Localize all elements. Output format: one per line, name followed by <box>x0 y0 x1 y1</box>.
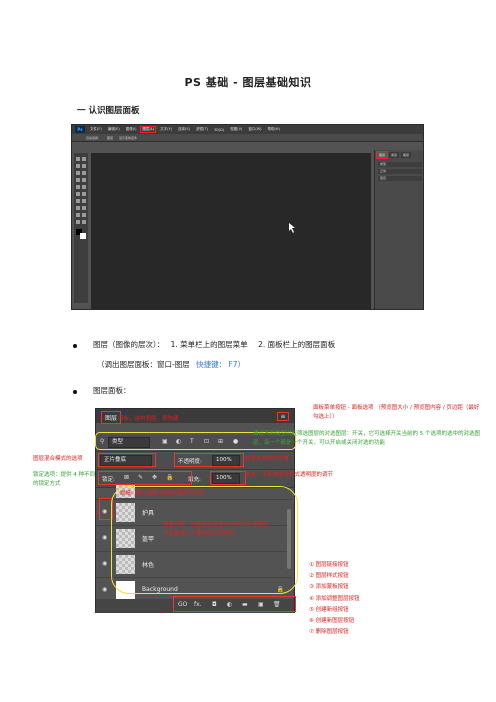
lock-highlight-box <box>98 471 192 485</box>
list-item: ② 图层样式按钮 <box>309 573 349 580</box>
ps-option[interactable]: 自动选择： <box>86 136 101 140</box>
list-item: ④ 添加调整图层按钮 <box>309 595 360 602</box>
page-title: PS 基础 - 图层基础知识 <box>184 76 312 89</box>
healing-tool-icon[interactable] <box>76 178 80 182</box>
ps-menu-item[interactable]: 帮助(H) <box>267 127 281 132</box>
magic-wand-tool-icon[interactable] <box>82 164 86 168</box>
bottom-bar-highlight-box <box>173 596 296 612</box>
photoshop-screenshot: Ps 文件(F) 编辑(E) 图像(I) 图层(L) 文字(Y) 选择(S) 滤… <box>71 124 424 310</box>
blend-highlight-box <box>98 453 156 467</box>
blur-tool-icon[interactable] <box>76 199 80 203</box>
pen-tool-icon[interactable] <box>76 206 80 210</box>
ps-menu-item[interactable]: 3D(D) <box>213 128 225 132</box>
shape-tool-icon[interactable] <box>82 213 86 217</box>
fill-highlight-box <box>210 471 246 485</box>
stamp-tool-icon[interactable] <box>76 185 80 189</box>
ps-blend-row[interactable]: 正常 <box>378 169 422 174</box>
ps-tab-channels[interactable]: 通道 <box>389 152 400 158</box>
ps-tab-layers[interactable]: 图层 <box>375 151 389 159</box>
ps-menu-item[interactable]: 文件(F) <box>89 127 103 132</box>
bullet-subline: （调出图层面板：窗口-图层 快捷键： F7） <box>97 359 245 370</box>
blend-annotation: 图层混合模式的选项 <box>33 456 83 462</box>
lasso-tool-icon[interactable] <box>76 164 80 168</box>
ps-menu-item-layer[interactable]: 图层(L) <box>140 126 157 133</box>
ps-logo: Ps <box>75 126 85 133</box>
ps-menu-item[interactable]: 选择(S) <box>177 127 191 132</box>
section-heading: 一 认识图层面板 <box>77 106 140 116</box>
cursor-icon <box>289 223 295 233</box>
list-item: ③ 添加蒙板按钮 <box>309 584 349 591</box>
list-item: ⑥ 创建新图层按钮 <box>309 618 355 625</box>
list-item: ⑤ 创建新组按钮 <box>309 606 349 613</box>
menu-annotation: 面板菜单按钮 - 面板选项 （预览图大小 / 预览图内容 / 页边距（最好勾选上… <box>313 405 480 420</box>
ps-filter-row[interactable]: 类型 <box>378 162 422 167</box>
bullet-layer-intro: 图层（图像的层次）： 1. 菜单栏上的图层菜单 2. 面板栏上的图层面板 <box>93 339 335 350</box>
history-brush-tool-icon[interactable] <box>82 185 86 189</box>
eye-icon[interactable]: ◉ <box>102 560 107 567</box>
list-item: ⑦ 删除图层按钮 <box>309 629 349 636</box>
lock-annotation: 锁定选项：提供 4 种不同的锁定方式 <box>33 472 95 487</box>
dodge-tool-icon[interactable] <box>82 199 86 203</box>
move-tool-icon[interactable] <box>76 157 80 161</box>
ps-menu-item[interactable]: 文字(Y) <box>159 127 173 132</box>
ps-lock-row[interactable]: 锁定: <box>378 176 422 181</box>
panel-menu-icon[interactable]: ≡ <box>277 412 289 421</box>
eraser-tool-icon[interactable] <box>76 192 80 196</box>
layer-list-highlight-box <box>111 486 298 594</box>
brush-tool-icon[interactable] <box>82 178 86 182</box>
bullet-layers-panel: 图层面板： <box>93 386 131 395</box>
bullet-text: 1. 菜单栏上的图层菜单 <box>170 340 248 349</box>
tab-annotation: 面板，选中图层，按快捷 <box>118 416 179 422</box>
ps-option[interactable]: 显示变换控件 <box>119 136 137 140</box>
ps-menu-item[interactable]: 视图(V) <box>229 127 243 132</box>
path-select-tool-icon[interactable] <box>76 213 80 217</box>
ps-workspace[interactable] <box>91 153 371 309</box>
ps-menu-item[interactable]: 图像(I) <box>125 127 138 132</box>
ps-menu-bar: Ps 文件(F) 编辑(E) 图像(I) 图层(L) 文字(Y) 选择(S) 滤… <box>72 125 423 134</box>
ps-toolbar <box>74 153 88 303</box>
list-item: ① 图层链接按钮 <box>309 562 349 568</box>
opacity-annotation: 图层透明度的设置 <box>245 456 290 462</box>
type-tool-icon[interactable] <box>82 206 86 210</box>
ps-menu-item[interactable]: 滤镜(T) <box>195 127 209 132</box>
crop-tool-icon[interactable] <box>76 171 80 175</box>
eye-annotation: 眼睛: 显示/隐藏 图层的显示可见性 <box>120 491 205 497</box>
bullet-text: 图层（图像的层次）： <box>93 340 165 349</box>
bullet-dot <box>73 390 77 394</box>
marquee-tool-icon[interactable] <box>82 157 86 161</box>
bullet-text: 2. 面板栏上的图层面板 <box>258 340 336 349</box>
eye-icon[interactable]: ◉ <box>102 534 107 541</box>
bullet-dot <box>73 344 77 348</box>
eyedropper-tool-icon[interactable] <box>82 171 86 175</box>
layer-list-annotation: 图层列表：在图层列表里可以列出所有图层，并且是独上下叠加的次序排列 <box>163 522 274 537</box>
ps-menu-item[interactable]: 编辑(E) <box>107 127 121 132</box>
ps-menu-item[interactable]: 窗口(W) <box>247 127 262 132</box>
gradient-tool-icon[interactable] <box>82 192 86 196</box>
hand-tool-icon[interactable] <box>76 220 80 224</box>
bullet-text: （调出图层面板：窗口-图层 <box>97 360 190 369</box>
zoom-tool-icon[interactable] <box>82 220 86 224</box>
bottom-buttons-list: ① 图层链接按钮 ② 图层样式按钮 ③ 添加蒙板按钮 ④ 添加调整图层按钮 ⑤ … <box>309 560 360 638</box>
ps-tab-paths[interactable]: 路径 <box>401 152 412 158</box>
opacity-highlight-box <box>174 453 244 467</box>
ps-layers-panel-mini: 图层 通道 路径 类型 正常 锁定: <box>374 150 423 309</box>
shortcut-text: 快捷键： F7） <box>196 360 246 369</box>
ps-option[interactable]: 图层 <box>107 136 113 140</box>
eye-icon[interactable]: ◉ <box>102 586 107 593</box>
filter-annotation: 通过不同类型对应筛选图层的对选图层：开关，它可选择开关当前的 5 个选项的选中的… <box>253 431 480 446</box>
ps-options-bar: 自动选择： 图层 显示变换控件 <box>72 134 423 142</box>
fill-annotation: 填充：不影响图层样式透明度的调节 <box>245 472 334 478</box>
background-color-icon[interactable] <box>80 233 86 239</box>
